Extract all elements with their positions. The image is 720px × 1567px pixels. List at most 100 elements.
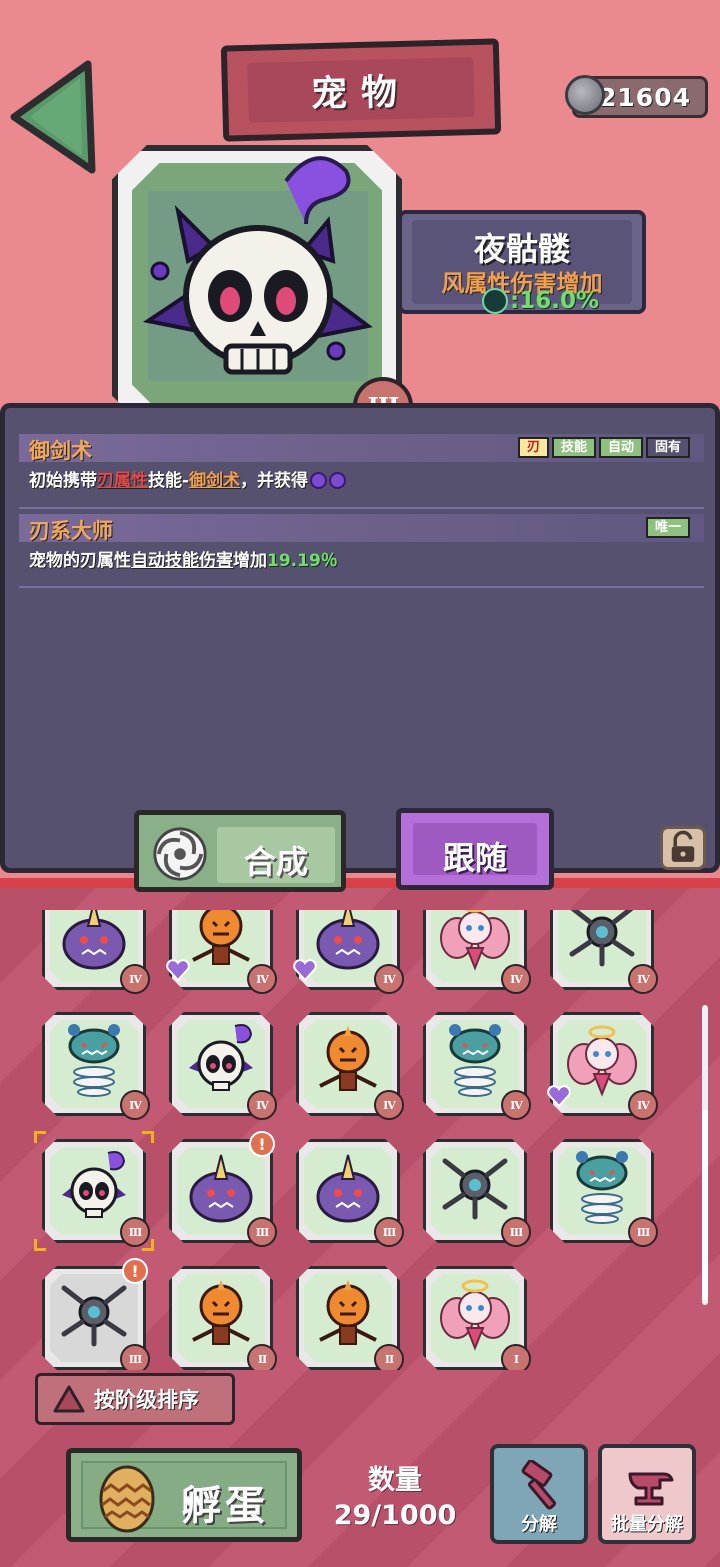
currency-value: 21604 bbox=[599, 82, 691, 112]
pet-slot-purple-horn[interactable]: IV bbox=[42, 910, 150, 994]
pet-slot-pink-fairy[interactable]: I bbox=[423, 1266, 531, 1370]
pink-fairy-pet-icon bbox=[440, 1279, 510, 1351]
pet-tier-badge: IV bbox=[501, 1090, 531, 1120]
pet-slot-pumpkin[interactable]: IV bbox=[166, 910, 277, 994]
triangle-sort-icon bbox=[53, 1385, 85, 1413]
pet-slot-spring-bot[interactable]: III bbox=[550, 1139, 658, 1247]
gear-coin-icon bbox=[565, 75, 605, 115]
pet-tier-badge: III bbox=[374, 1217, 404, 1247]
batch-decompose-label: 批量分解 bbox=[611, 1514, 683, 1535]
pet-tier-badge: IV bbox=[374, 1090, 404, 1120]
page-title: 宠物 bbox=[310, 71, 412, 116]
skill-tag-auto: 自动 bbox=[598, 437, 643, 458]
count-value: 29/1000 bbox=[333, 1500, 457, 1531]
skill-description-1: 初始携带刃属性技能-御剑术，并获得 bbox=[29, 466, 347, 491]
skill-name: 御剑术 bbox=[29, 439, 92, 463]
skill-tag-blade: 刃 bbox=[517, 437, 549, 458]
pet-tier-badge: IV bbox=[247, 1090, 277, 1120]
sort-label: 按阶级排序 bbox=[94, 1388, 199, 1412]
synthesize-label: 合成 bbox=[243, 843, 308, 881]
pet-slot-spring-bot[interactable]: IV bbox=[423, 1012, 531, 1120]
pet-slot-pink-fairy[interactable]: IV bbox=[547, 1012, 658, 1120]
pet-slot-drone[interactable]: III! bbox=[42, 1258, 150, 1370]
skull-pet-icon bbox=[189, 1024, 253, 1091]
skill-tag-skill: 技能 bbox=[551, 437, 596, 458]
skull-pet-icon bbox=[62, 1151, 126, 1218]
skill-name: 刃系大师 bbox=[29, 519, 113, 543]
purple-horn-pet-icon bbox=[316, 910, 380, 970]
drone-pet-icon bbox=[569, 910, 635, 967]
pet-slot-pumpkin[interactable]: IV bbox=[296, 1012, 404, 1120]
separator bbox=[19, 586, 704, 588]
hammer-icon bbox=[521, 1460, 557, 1510]
back-arrow-icon[interactable] bbox=[8, 60, 98, 175]
selection-corner bbox=[34, 1131, 46, 1143]
unlock-icon[interactable] bbox=[660, 826, 706, 870]
heart-icon bbox=[547, 1085, 571, 1108]
pet-tier-badge: III bbox=[120, 1344, 150, 1370]
pumpkin-pet-icon bbox=[192, 910, 250, 965]
decompose-label: 分解 bbox=[521, 1514, 557, 1535]
pet-tier-badge: III bbox=[501, 1217, 531, 1247]
spring-bot-pet-icon bbox=[68, 1024, 120, 1097]
pet-tier-badge: I bbox=[501, 1344, 531, 1370]
skill-tag-unique: 唯一 bbox=[645, 517, 690, 538]
spring-bot-pet-icon bbox=[449, 1024, 501, 1097]
pet-tier-badge: IV bbox=[120, 964, 150, 994]
drone-pet-icon bbox=[61, 1285, 127, 1347]
pet-tier-badge: III bbox=[247, 1217, 277, 1247]
pet-tier-badge: IV bbox=[374, 964, 404, 994]
pet-bonus-value: :16.0% bbox=[510, 288, 599, 314]
pet-slot-purple-horn[interactable]: III bbox=[296, 1139, 404, 1247]
currency-display: 21604 bbox=[565, 75, 708, 118]
purple-horn-pet-icon bbox=[316, 1154, 380, 1223]
wind-element-icon bbox=[482, 288, 508, 314]
decompose-button[interactable]: 分解 bbox=[490, 1444, 588, 1544]
synthesize-button[interactable]: 合成 bbox=[134, 810, 346, 892]
pet-tier-badge: II bbox=[374, 1344, 404, 1370]
pet-grid: IV IV IV IV IV IV IV IV IV IV III III! III III III III!… bbox=[0, 910, 700, 1370]
skill-description-2: 宠物的刃属性自动技能伤害增加19.19％ bbox=[29, 551, 338, 571]
pet-slot-purple-horn[interactable]: IV bbox=[293, 910, 404, 994]
pet-slot-skull[interactable]: III bbox=[34, 1131, 154, 1251]
spring-bot-pet-icon bbox=[576, 1151, 628, 1224]
heart-icon bbox=[293, 959, 317, 982]
pumpkin-pet-icon bbox=[319, 1280, 377, 1345]
pet-tier-badge: IV bbox=[501, 964, 531, 994]
heart-icon bbox=[166, 959, 190, 982]
skill-tag-inherent: 固有 bbox=[645, 437, 690, 458]
skill-header-2: 刃系大师 唯一 bbox=[19, 514, 704, 543]
alert-icon: ! bbox=[249, 1131, 275, 1157]
pet-slot-spring-bot[interactable]: IV bbox=[42, 1012, 150, 1120]
pet-tier-badge: IV bbox=[247, 964, 277, 994]
pink-fairy-pet-icon bbox=[567, 1025, 637, 1097]
follow-button[interactable]: 跟随 bbox=[396, 808, 554, 890]
alert-icon: ! bbox=[122, 1258, 148, 1284]
pet-slot-skull[interactable]: IV bbox=[169, 1012, 277, 1120]
pet-slot-drone[interactable]: IV bbox=[550, 910, 658, 994]
swirl-icon bbox=[153, 827, 207, 881]
hatch-label: 孵蛋 bbox=[181, 1483, 269, 1529]
pet-tier-badge: II bbox=[247, 1344, 277, 1370]
hatch-egg-button[interactable]: 孵蛋 bbox=[66, 1448, 302, 1542]
pet-tier-badge: IV bbox=[628, 964, 658, 994]
separator bbox=[19, 507, 704, 509]
sort-by-tier-button[interactable]: 按阶级排序 bbox=[35, 1373, 235, 1425]
selection-corner bbox=[34, 1239, 46, 1251]
pumpkin-pet-icon bbox=[192, 1280, 250, 1345]
selection-corner bbox=[142, 1131, 154, 1143]
skill-header-1: 御剑术 刃 技能 自动 固有 bbox=[19, 434, 704, 463]
pet-slot-pink-fairy[interactable]: IV bbox=[423, 910, 531, 994]
purple-horn-pet-icon bbox=[62, 910, 126, 970]
pet-slot-purple-horn[interactable]: III! bbox=[169, 1131, 277, 1247]
scrollbar-thumb[interactable] bbox=[702, 1110, 708, 1300]
soul-orb-icon bbox=[329, 472, 347, 489]
pet-tier-badge: IV bbox=[120, 1090, 150, 1120]
title-banner: 宠物 bbox=[220, 38, 502, 142]
pet-slot-pumpkin[interactable]: II bbox=[169, 1266, 277, 1370]
pumpkin-pet-icon bbox=[319, 1026, 377, 1091]
divider bbox=[0, 878, 720, 888]
batch-decompose-button[interactable]: 批量分解 bbox=[598, 1444, 696, 1544]
pet-slot-pumpkin[interactable]: II bbox=[296, 1266, 404, 1370]
pet-slot-drone[interactable]: III bbox=[423, 1139, 531, 1247]
